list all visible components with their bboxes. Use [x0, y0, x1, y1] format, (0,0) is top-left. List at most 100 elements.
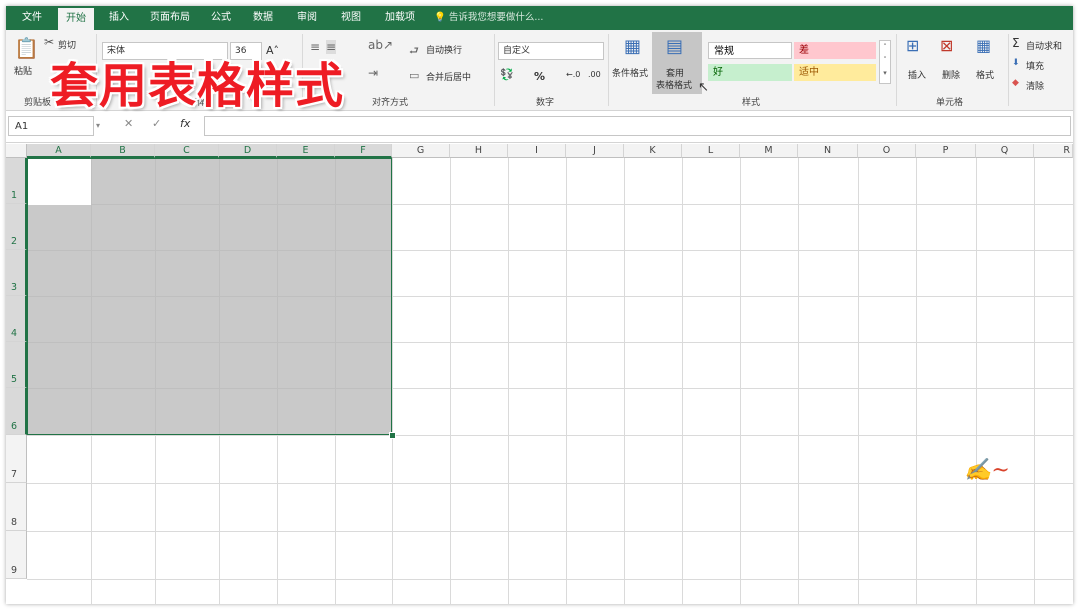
formula-bar: A1 ▾ ✕ ✓ fx [6, 112, 1073, 143]
style-normal[interactable]: 常规 [708, 42, 792, 59]
grid-row-line [27, 579, 1073, 580]
style-good[interactable]: 好 [708, 64, 792, 81]
row-header-3[interactable]: 3 [6, 250, 27, 296]
currency-icon[interactable]: 💱 [500, 68, 514, 81]
row-header-7[interactable]: 7 [6, 435, 27, 483]
tab-file[interactable]: 文件 [14, 6, 50, 30]
table-icon: ▤ [666, 36, 684, 57]
overlay-title: 套用表格样式 [50, 58, 345, 114]
row-header-6[interactable]: 6 [6, 388, 27, 435]
name-box-dropdown-icon[interactable]: ▾ [96, 121, 100, 130]
tab-formulas[interactable]: 公式 [204, 6, 238, 30]
column-header-f[interactable]: F [335, 144, 392, 158]
enter-icon[interactable]: ✓ [152, 117, 161, 130]
paste-icon[interactable]: 📋 [14, 36, 39, 60]
grid-column-line [976, 158, 977, 604]
tell-me-box[interactable]: 💡 告诉我您想要做什么... [434, 6, 543, 30]
styles-group-label: 样式 [742, 98, 761, 108]
column-header-o[interactable]: O [858, 144, 916, 158]
grid-column-line [450, 158, 451, 604]
active-cell[interactable] [28, 159, 91, 205]
cells-group-label: 单元格 [936, 98, 964, 108]
styles-scroll[interactable]: ˄ ˅ ▾ [879, 40, 891, 84]
tab-insert[interactable]: 插入 [102, 6, 136, 30]
number-format-select[interactable]: 自定义 [498, 42, 604, 60]
style-neutral[interactable]: 适中 [794, 64, 876, 81]
increase-decimal-icon[interactable]: ←.0 [566, 70, 580, 79]
column-header-k[interactable]: K [624, 144, 682, 158]
fill-button[interactable]: 填充 [1026, 59, 1044, 72]
row-header-8[interactable]: 8 [6, 483, 27, 531]
column-header-j[interactable]: J [566, 144, 624, 158]
merge-center-button[interactable]: 合并后居中 [426, 70, 471, 83]
paste-button[interactable]: 粘贴 [14, 64, 32, 77]
cancel-icon[interactable]: ✕ [124, 117, 133, 130]
select-all-corner[interactable] [6, 144, 27, 158]
column-header-m[interactable]: M [740, 144, 798, 158]
row-header-2[interactable]: 2 [6, 204, 27, 250]
clipboard-group-label: 剪贴板 [24, 98, 52, 108]
grid-row-line [27, 483, 1073, 484]
fill-handle[interactable] [389, 432, 396, 439]
tab-page-layout[interactable]: 页面布局 [144, 6, 196, 30]
row-header-5[interactable]: 5 [6, 342, 27, 388]
tab-review[interactable]: 审阅 [290, 6, 324, 30]
row-number: 8 [11, 517, 18, 528]
column-header-c[interactable]: C [155, 144, 219, 158]
tell-me-text: 告诉我您想要做什么... [448, 12, 544, 23]
grid-row-line [27, 531, 1073, 532]
column-header-d[interactable]: D [219, 144, 277, 158]
name-box[interactable]: A1 [8, 116, 94, 136]
insert-function-icon[interactable]: fx [180, 117, 190, 130]
number-group-label: 数字 [536, 98, 555, 108]
column-header-q[interactable]: Q [976, 144, 1034, 158]
row-number: 7 [11, 469, 18, 480]
tab-addins[interactable]: 加载项 [378, 6, 422, 30]
tab-data[interactable]: 数据 [246, 6, 280, 30]
style-bad[interactable]: 差 [794, 42, 876, 59]
column-header-r[interactable]: R [1034, 144, 1073, 158]
autosum-button[interactable]: 自动求和 [1026, 39, 1062, 52]
format-as-table-button[interactable]: ▤ 套用 表格格式 [652, 32, 702, 94]
tab-view[interactable]: 视图 [334, 6, 368, 30]
decrease-decimal-icon[interactable]: .00 [588, 70, 601, 79]
grid-column-line [798, 158, 799, 604]
column-header-l[interactable]: L [682, 144, 740, 158]
percent-button[interactable]: % [534, 70, 545, 83]
row-header-9[interactable]: 9 [6, 531, 27, 579]
row-header-4[interactable]: 4 [6, 296, 27, 342]
grid-column-line [1034, 158, 1035, 604]
column-header-p[interactable]: P [916, 144, 976, 158]
format-cells-button[interactable]: 格式 [976, 68, 994, 81]
indent-icon[interactable]: ⇥ [368, 66, 378, 80]
wrap-text-button[interactable]: 自动换行 [426, 43, 462, 56]
grid-row-line [27, 435, 1073, 436]
lightbulb-icon: 💡 [434, 12, 446, 23]
mouse-cursor-icon: ↖ [698, 80, 709, 95]
clear-button[interactable]: 清除 [1026, 79, 1044, 92]
delete-cells-button[interactable]: 删除 [942, 68, 960, 81]
eraser-icon: ◆ [1012, 78, 1019, 88]
conditional-format-button[interactable]: 条件格式 [612, 66, 648, 79]
column-header-n[interactable]: N [798, 144, 858, 158]
row-number: 9 [11, 565, 18, 576]
orientation-icon[interactable]: ab↗ [368, 38, 393, 52]
formula-input[interactable] [204, 116, 1071, 136]
row-number: 5 [11, 374, 18, 385]
row-number: 4 [11, 328, 18, 339]
group-divider [608, 34, 609, 106]
column-header-e[interactable]: E [277, 144, 335, 158]
format-cells-icon: ▦ [976, 36, 992, 55]
column-header-b[interactable]: B [91, 144, 155, 158]
column-header-g[interactable]: G [392, 144, 450, 158]
grid-column-line [682, 158, 683, 604]
column-header-a[interactable]: A [27, 144, 91, 158]
row-header-1[interactable]: 1 [6, 158, 27, 204]
grid-column-line [566, 158, 567, 604]
group-divider [896, 34, 897, 106]
group-divider [494, 34, 495, 106]
insert-cells-button[interactable]: 插入 [908, 68, 926, 81]
column-header-i[interactable]: I [508, 144, 566, 158]
tab-home[interactable]: 开始 [58, 8, 94, 30]
column-header-h[interactable]: H [450, 144, 508, 158]
